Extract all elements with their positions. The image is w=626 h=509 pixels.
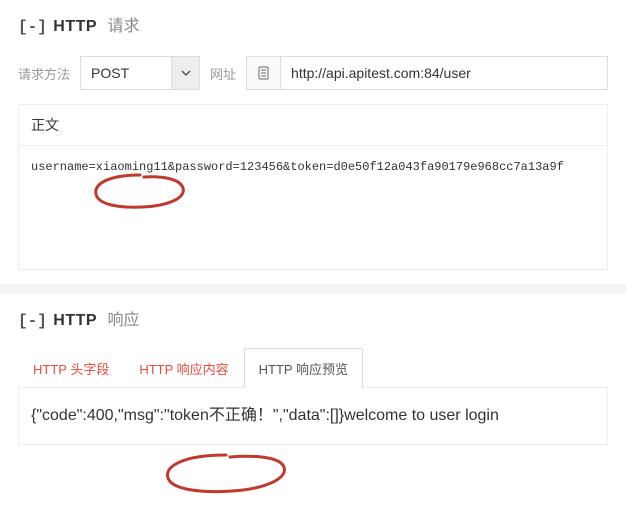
http-label: HTTP <box>53 312 97 329</box>
request-body-box: 正文 <box>18 104 608 270</box>
document-icon <box>247 57 281 89</box>
tab-headers[interactable]: HTTP 头字段 <box>18 348 124 388</box>
response-preview: {"code":400,"msg":"token不正确！","data":[]}… <box>18 387 608 445</box>
section-divider <box>0 284 626 294</box>
collapse-toggle-end[interactable]: ] <box>37 18 47 36</box>
tab-preview[interactable]: HTTP 响应预览 <box>244 348 363 388</box>
section-subtitle: 请求 <box>108 18 140 35</box>
method-label: 请求方法 <box>18 64 70 83</box>
collapse-toggle[interactable]: [ <box>18 312 28 330</box>
collapse-minus-icon[interactable]: - <box>28 312 38 330</box>
http-label: HTTP <box>53 18 97 35</box>
section-subtitle: 响应 <box>108 312 140 329</box>
response-tabs: HTTP 头字段 HTTP 响应内容 HTTP 响应预览 <box>18 348 608 387</box>
method-select[interactable]: POST <box>80 56 200 90</box>
tab-raw[interactable]: HTTP 响应内容 <box>124 348 243 388</box>
request-body-textarea[interactable] <box>19 146 607 266</box>
collapse-minus-icon[interactable]: - <box>28 18 38 36</box>
request-section-header: [-] HTTP 请求 <box>0 0 626 48</box>
collapse-toggle[interactable]: [ <box>18 18 28 36</box>
chevron-down-icon[interactable] <box>171 57 199 89</box>
url-label: 网址 <box>210 64 236 83</box>
url-input[interactable] <box>281 57 607 89</box>
collapse-toggle-end[interactable]: ] <box>37 312 47 330</box>
body-title: 正文 <box>19 105 607 146</box>
url-input-wrap <box>246 56 608 90</box>
method-select-value: POST <box>81 57 171 89</box>
annotation-circle-token-msg <box>160 452 292 496</box>
response-section-header: [-] HTTP 响应 <box>0 294 626 342</box>
